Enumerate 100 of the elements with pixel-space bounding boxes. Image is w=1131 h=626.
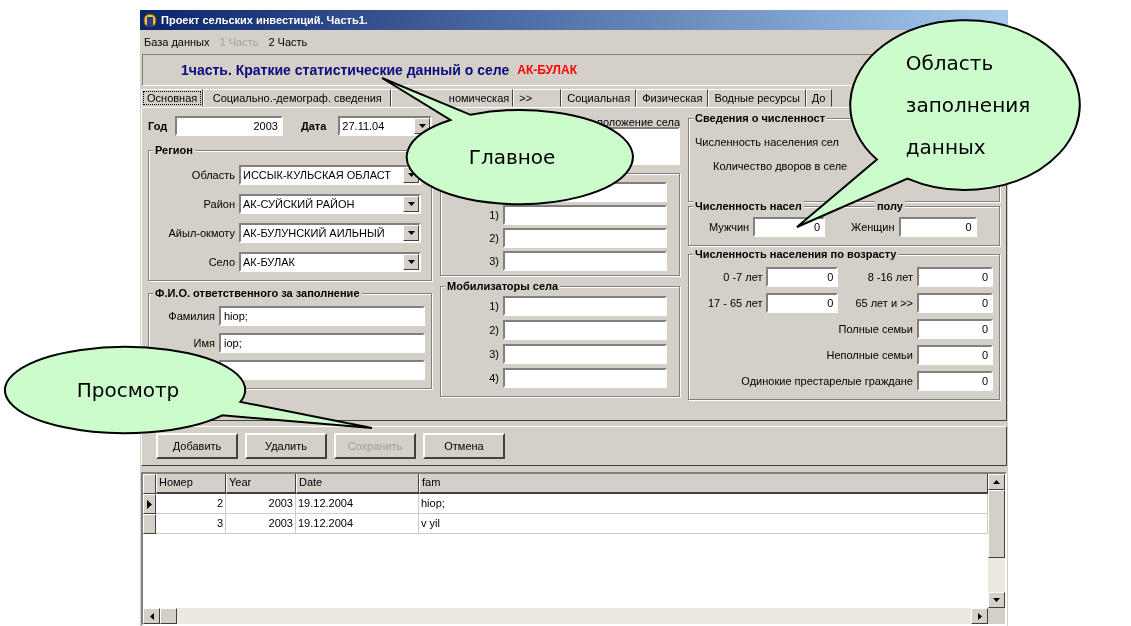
group-title: Ф.И.О. ответственного за заполнение bbox=[153, 287, 362, 299]
table-cell: 19.12.2004 bbox=[296, 514, 419, 534]
table-cell: 2003 bbox=[226, 494, 296, 514]
callout-text: Главное bbox=[468, 145, 556, 169]
field-label: 65 лет и >> bbox=[854, 297, 913, 309]
year-field[interactable]: 2003 bbox=[175, 116, 283, 136]
tab[interactable]: До bbox=[805, 89, 832, 107]
input-field[interactable]: 0 bbox=[917, 293, 993, 313]
field-label: Количество дворов в селе bbox=[713, 160, 849, 172]
input-field[interactable] bbox=[503, 251, 667, 271]
group-title: Сведения о численност bbox=[693, 112, 828, 124]
row-indicator[interactable] bbox=[143, 514, 156, 534]
menu-item[interactable]: 2 Часть bbox=[268, 36, 308, 48]
arrow-up-icon bbox=[993, 480, 1000, 484]
callout-text: Область заполнения данных bbox=[905, 50, 1031, 161]
field-label: Полные семьи bbox=[837, 323, 913, 335]
table-cell: v yil bbox=[419, 514, 988, 534]
group-title: Мобилизаторы села bbox=[445, 280, 561, 292]
tab[interactable]: Физическая bbox=[636, 89, 709, 107]
tab[interactable]: >> bbox=[513, 89, 562, 107]
input-field[interactable] bbox=[503, 205, 667, 225]
arrow-down-icon bbox=[407, 260, 415, 264]
group-title: Регион bbox=[153, 144, 195, 156]
field-label: Область bbox=[190, 169, 235, 181]
column-header[interactable]: Date bbox=[296, 474, 419, 494]
dropdown-field[interactable]: АК-БУЛУНСКИЙ АИЛЬНЫЙ bbox=[239, 223, 421, 243]
field-label: Район bbox=[202, 198, 235, 210]
field-label: Одинокие престарелые граждане bbox=[740, 375, 913, 387]
field-label: Неполные семьи bbox=[825, 349, 913, 361]
group-title: полу bbox=[874, 200, 905, 212]
field-label: 1) bbox=[488, 209, 499, 221]
table-cell: 19.12.2004 bbox=[296, 494, 419, 514]
arrow-down-icon bbox=[407, 202, 415, 206]
dropdown-field[interactable]: АК-БУЛАК bbox=[239, 252, 421, 272]
tab[interactable]: Социально.-демограф. сведения bbox=[203, 89, 392, 107]
dropdown-field[interactable]: ИССЫК-КУЛЬСКАЯ ОБЛАСТ bbox=[239, 165, 421, 185]
field-label: Год bbox=[148, 120, 168, 132]
button[interactable]: Удалить bbox=[245, 433, 327, 459]
input-field[interactable] bbox=[503, 296, 667, 316]
table-cell: 2003 bbox=[226, 514, 296, 534]
column-header[interactable]: Year bbox=[226, 474, 296, 494]
field-label: Село bbox=[207, 256, 235, 268]
column-header[interactable]: Номер bbox=[156, 474, 226, 494]
input-field[interactable] bbox=[219, 360, 425, 380]
input-field[interactable]: 0 bbox=[766, 293, 839, 313]
current-row-icon bbox=[147, 499, 152, 509]
button[interactable]: Добавить bbox=[156, 433, 238, 459]
scrollbar-corner bbox=[988, 608, 1005, 624]
scroll-thumb[interactable] bbox=[160, 608, 177, 624]
field-label: 3) bbox=[488, 348, 499, 360]
tab[interactable]: Социальная bbox=[561, 89, 637, 107]
input-field[interactable] bbox=[503, 320, 667, 340]
field-label: Имя bbox=[192, 337, 215, 349]
callout-text: Просмотр bbox=[76, 378, 180, 402]
field-label: 4) bbox=[488, 372, 499, 384]
arch-icon bbox=[143, 12, 157, 28]
row-indicator[interactable] bbox=[143, 494, 156, 514]
tab[interactable]: Основная bbox=[141, 89, 204, 107]
header-title: 1часть. Краткие статистические данный о селе bbox=[181, 62, 510, 78]
field-label: 3) bbox=[488, 255, 499, 267]
input-field[interactable]: 0 bbox=[766, 267, 839, 287]
input-field[interactable] bbox=[503, 368, 667, 388]
vertical-scrollbar[interactable] bbox=[988, 474, 1005, 608]
village-name: АК-БУЛАК bbox=[517, 63, 577, 77]
input-field[interactable]: 0 bbox=[753, 217, 826, 237]
window-title: Проект сельских инвестиций. Часть1. bbox=[161, 14, 368, 26]
button[interactable]: Отмена bbox=[423, 433, 505, 459]
column-header[interactable]: fam bbox=[419, 474, 988, 494]
arrow-left-icon bbox=[149, 612, 154, 620]
horizontal-scrollbar[interactable] bbox=[143, 608, 988, 624]
field-label: 2) bbox=[488, 324, 499, 336]
group-title: Численность насел bbox=[693, 200, 804, 212]
tab[interactable]: Водные ресурсы bbox=[708, 89, 806, 107]
field-label: Дата bbox=[300, 120, 327, 132]
field-label: 17 - 65 лет bbox=[706, 297, 763, 309]
table-cell: hiop; bbox=[419, 494, 988, 514]
field-label: 8 -16 лет bbox=[866, 271, 913, 283]
menu-item[interactable]: База данных bbox=[144, 36, 210, 48]
scroll-thumb[interactable] bbox=[988, 490, 1005, 558]
date-dropdown[interactable]: 27.11.04 bbox=[338, 116, 432, 136]
input-field[interactable]: iop; bbox=[219, 333, 425, 353]
field-label: 1) bbox=[488, 300, 499, 312]
table-cell: 3 bbox=[156, 514, 226, 534]
input-field[interactable]: 0 bbox=[917, 371, 993, 391]
input-field[interactable]: 0 bbox=[917, 267, 993, 287]
group-title: Численность населения по возрасту bbox=[693, 248, 899, 260]
field-label: Фамилия bbox=[167, 310, 215, 322]
field-label: Численность населения сел bbox=[695, 136, 840, 148]
arrow-right-icon bbox=[977, 612, 982, 620]
input-field[interactable]: 0 bbox=[917, 345, 993, 365]
input-field[interactable]: 0 bbox=[898, 217, 977, 237]
input-field[interactable] bbox=[503, 228, 667, 248]
input-field[interactable]: hiop; bbox=[219, 306, 425, 326]
field-label: 2) bbox=[488, 232, 499, 244]
arrow-down-icon bbox=[993, 598, 1000, 602]
dropdown-field[interactable]: АК-СУЙСКИЙ РАЙОН bbox=[239, 194, 421, 214]
arrow-down-icon bbox=[407, 231, 415, 235]
input-field[interactable]: 0 bbox=[917, 319, 993, 339]
field-label: 0 -7 лет bbox=[722, 271, 763, 283]
input-field[interactable] bbox=[503, 344, 667, 364]
